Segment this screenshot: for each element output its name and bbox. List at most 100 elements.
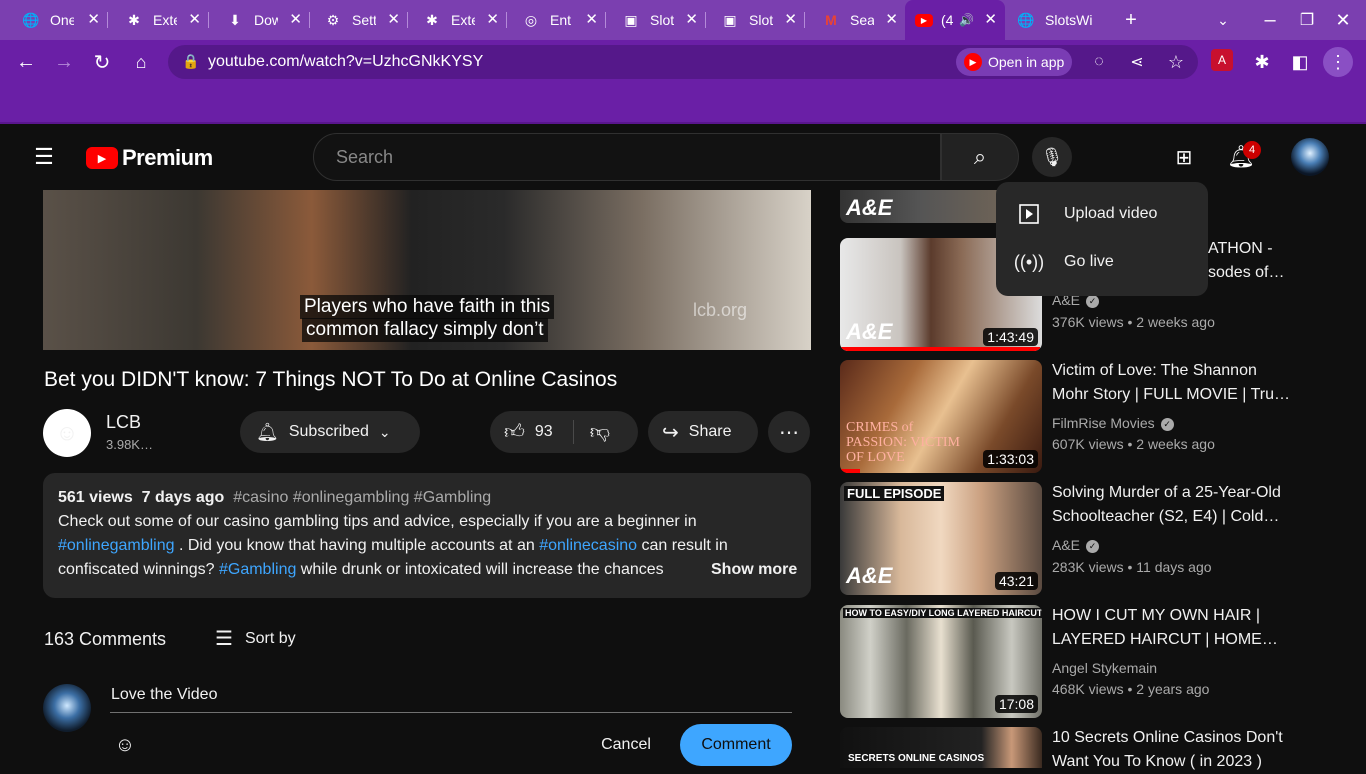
ae-logo: A&E: [846, 319, 893, 344]
youtube-premium-logo[interactable]: ▶ Premium: [86, 145, 213, 171]
hashtag-link[interactable]: #onlinegambling: [58, 537, 175, 554]
browser-tab[interactable]: ▣ Slot ✕: [699, 0, 805, 40]
voice-search-button[interactable]: 🎙: [1032, 137, 1072, 177]
search-input[interactable]: [334, 146, 898, 169]
browser-tab[interactable]: M Sea ✕: [800, 0, 906, 40]
related-channel[interactable]: Angel Stykemain: [1052, 660, 1157, 676]
close-tab-icon[interactable]: ✕: [984, 10, 997, 28]
restore-icon[interactable]: ❐: [1294, 7, 1320, 33]
more-actions-button[interactable]: ⋯: [768, 411, 810, 453]
caption-line: common fallacy simply don’t: [302, 318, 548, 342]
share-button[interactable]: ↪ Share: [648, 411, 758, 453]
hashtag-link[interactable]: #onlinecasino: [539, 537, 637, 554]
comment-button[interactable]: Comment: [680, 724, 792, 766]
sort-by-button[interactable]: ☰ Sort by: [215, 626, 296, 651]
video-duration: 1:43:49: [983, 328, 1038, 346]
related-title[interactable]: Victim of Love: The Shannon Mohr Story | …: [1052, 359, 1312, 407]
new-tab-icon[interactable]: +: [1118, 7, 1144, 33]
related-channel[interactable]: A&E ✓: [1052, 537, 1100, 553]
close-tab-icon[interactable]: ✕: [784, 10, 797, 28]
go-live-menu-item[interactable]: ((•)) Go live: [996, 240, 1208, 284]
close-tab-icon[interactable]: ✕: [387, 10, 400, 28]
like-icon[interactable]: 👍︎: [504, 420, 525, 444]
reload-icon[interactable]: ↻: [89, 49, 115, 75]
lock-icon[interactable]: 🔒: [182, 53, 199, 70]
channel-name[interactable]: LCB: [106, 412, 141, 433]
close-tab-icon[interactable]: ✕: [885, 10, 898, 28]
bookmark-star-icon[interactable]: ☆: [1163, 49, 1189, 75]
side-panel-icon[interactable]: ◧: [1287, 49, 1313, 75]
related-thumbnail[interactable]: HOW TO EASY/DIY LONG LAYERED HAIRCUT 17:…: [840, 605, 1042, 718]
like-count[interactable]: 93: [535, 423, 553, 441]
upload-video-menu-item[interactable]: Upload video: [996, 192, 1208, 236]
related-title[interactable]: 10 Secrets Online Casinos Don't Want You …: [1052, 726, 1312, 774]
cancel-button[interactable]: Cancel: [588, 725, 664, 765]
speaker-icon[interactable]: 🔊: [959, 13, 974, 27]
related-thumbnail[interactable]: SECRETS ONLINE CASINOS: [840, 727, 1042, 768]
description-line: #onlinegambling . Did you know that havi…: [58, 537, 728, 554]
close-window-icon[interactable]: ✕: [1330, 7, 1356, 33]
emoji-icon[interactable]: ☺: [113, 733, 137, 757]
channel-avatar[interactable]: ☺: [43, 409, 91, 457]
browser-tab[interactable]: 🌐 One ✕: [0, 0, 108, 40]
related-title[interactable]: HOW I CUT MY OWN HAIR | LAYERED HAIRCUT |…: [1052, 604, 1312, 652]
home-icon[interactable]: ⌂: [128, 49, 154, 75]
description-box[interactable]: 561 views 7 days ago #casino #onlinegamb…: [43, 473, 811, 598]
related-channel[interactable]: FilmRise Movies ✓: [1052, 415, 1174, 431]
sort-icon: ☰: [215, 628, 233, 650]
forward-icon[interactable]: →: [51, 49, 77, 75]
lcb-mascot-icon: ☺: [55, 420, 79, 445]
thumbnail-text: FULL EPISODE: [844, 486, 945, 501]
browser-tab[interactable]: ✱Exte✕: [103, 0, 209, 40]
comment-input[interactable]: [110, 684, 793, 704]
search-button[interactable]: ⌕: [941, 133, 1019, 181]
browser-tab[interactable]: 🌐 SlotsWi: [1005, 0, 1115, 40]
comment-field[interactable]: [110, 684, 793, 713]
related-meta: 468K views • 2 years ago: [1052, 681, 1210, 697]
related-thumbnail[interactable]: FULL EPISODE A&E 43:21: [840, 482, 1042, 595]
close-tab-icon[interactable]: ✕: [289, 10, 302, 28]
browser-tab[interactable]: ◎ Ent ✕: [500, 0, 606, 40]
browser-tab[interactable]: ⚙ Sett ✕: [302, 0, 408, 40]
browser-tab[interactable]: ⬇ Dow ✕: [204, 0, 310, 40]
create-video-icon[interactable]: ⊞: [1170, 144, 1198, 170]
browser-tab[interactable]: ▣ Slot ✕: [600, 0, 706, 40]
subscribed-button[interactable]: 🔔︎ Subscribed ⌄: [240, 411, 420, 453]
show-more-link[interactable]: Show more: [705, 561, 798, 579]
slot-game-icon: ▣: [723, 11, 737, 28]
eye-off-icon[interactable]: ◌: [1086, 49, 1112, 75]
browser-tab-active[interactable]: ▶ (4 🔊 ✕: [905, 0, 1005, 40]
back-icon[interactable]: ←: [13, 49, 39, 75]
related-title[interactable]: ATHON - sodes of…: [1208, 237, 1308, 285]
search-box[interactable]: [313, 133, 941, 181]
close-tab-icon[interactable]: ✕: [685, 10, 698, 28]
tab-search-chevron-icon[interactable]: ⌄: [1210, 7, 1236, 33]
close-tab-icon[interactable]: ✕: [87, 10, 100, 28]
close-tab-icon[interactable]: ✕: [486, 10, 499, 28]
minimize-icon[interactable]: –: [1257, 7, 1283, 33]
close-tab-icon[interactable]: ✕: [188, 10, 201, 28]
browser-tab[interactable]: ✱Exte✕: [401, 0, 507, 40]
profile-avatar[interactable]: [1291, 138, 1329, 176]
video-duration: 1:33:03: [983, 450, 1038, 468]
pdf-extension-icon[interactable]: A: [1211, 49, 1233, 71]
extensions-icon[interactable]: ✱: [1249, 49, 1275, 75]
open-in-app-button[interactable]: ▶ Open in app: [956, 48, 1072, 76]
verified-icon: ✓: [1086, 294, 1100, 308]
globe-icon: 🌐: [22, 11, 40, 28]
hashtag-link[interactable]: #Gambling: [219, 561, 296, 578]
related-meta: 376K views • 2 weeks ago: [1052, 314, 1215, 330]
url-text[interactable]: youtube.com/watch?v=UzhcGNkKYSY: [208, 53, 483, 71]
video-player[interactable]: Players who have faith in this common fa…: [43, 190, 811, 350]
close-tab-icon[interactable]: ✕: [585, 10, 598, 28]
hamburger-menu-icon[interactable]: ☰: [31, 144, 57, 170]
dislike-icon[interactable]: 👎︎: [590, 420, 610, 444]
youtube-icon: ▶: [915, 13, 933, 27]
share-icon[interactable]: ⋖: [1124, 49, 1150, 75]
related-title[interactable]: Solving Murder of a 25-Year-Old Schooltea…: [1052, 481, 1312, 529]
address-bar[interactable]: 🔒 youtube.com/watch?v=UzhcGNkKYSY ▶ Open …: [168, 45, 1198, 79]
verified-icon: ✓: [1086, 539, 1100, 553]
verified-icon: ✓: [1160, 417, 1174, 431]
menu-kebab-icon[interactable]: ⋮: [1323, 47, 1353, 77]
related-thumbnail[interactable]: CRIMES of PASSION: VICTIM OF LOVE 1:33:0…: [840, 360, 1042, 473]
